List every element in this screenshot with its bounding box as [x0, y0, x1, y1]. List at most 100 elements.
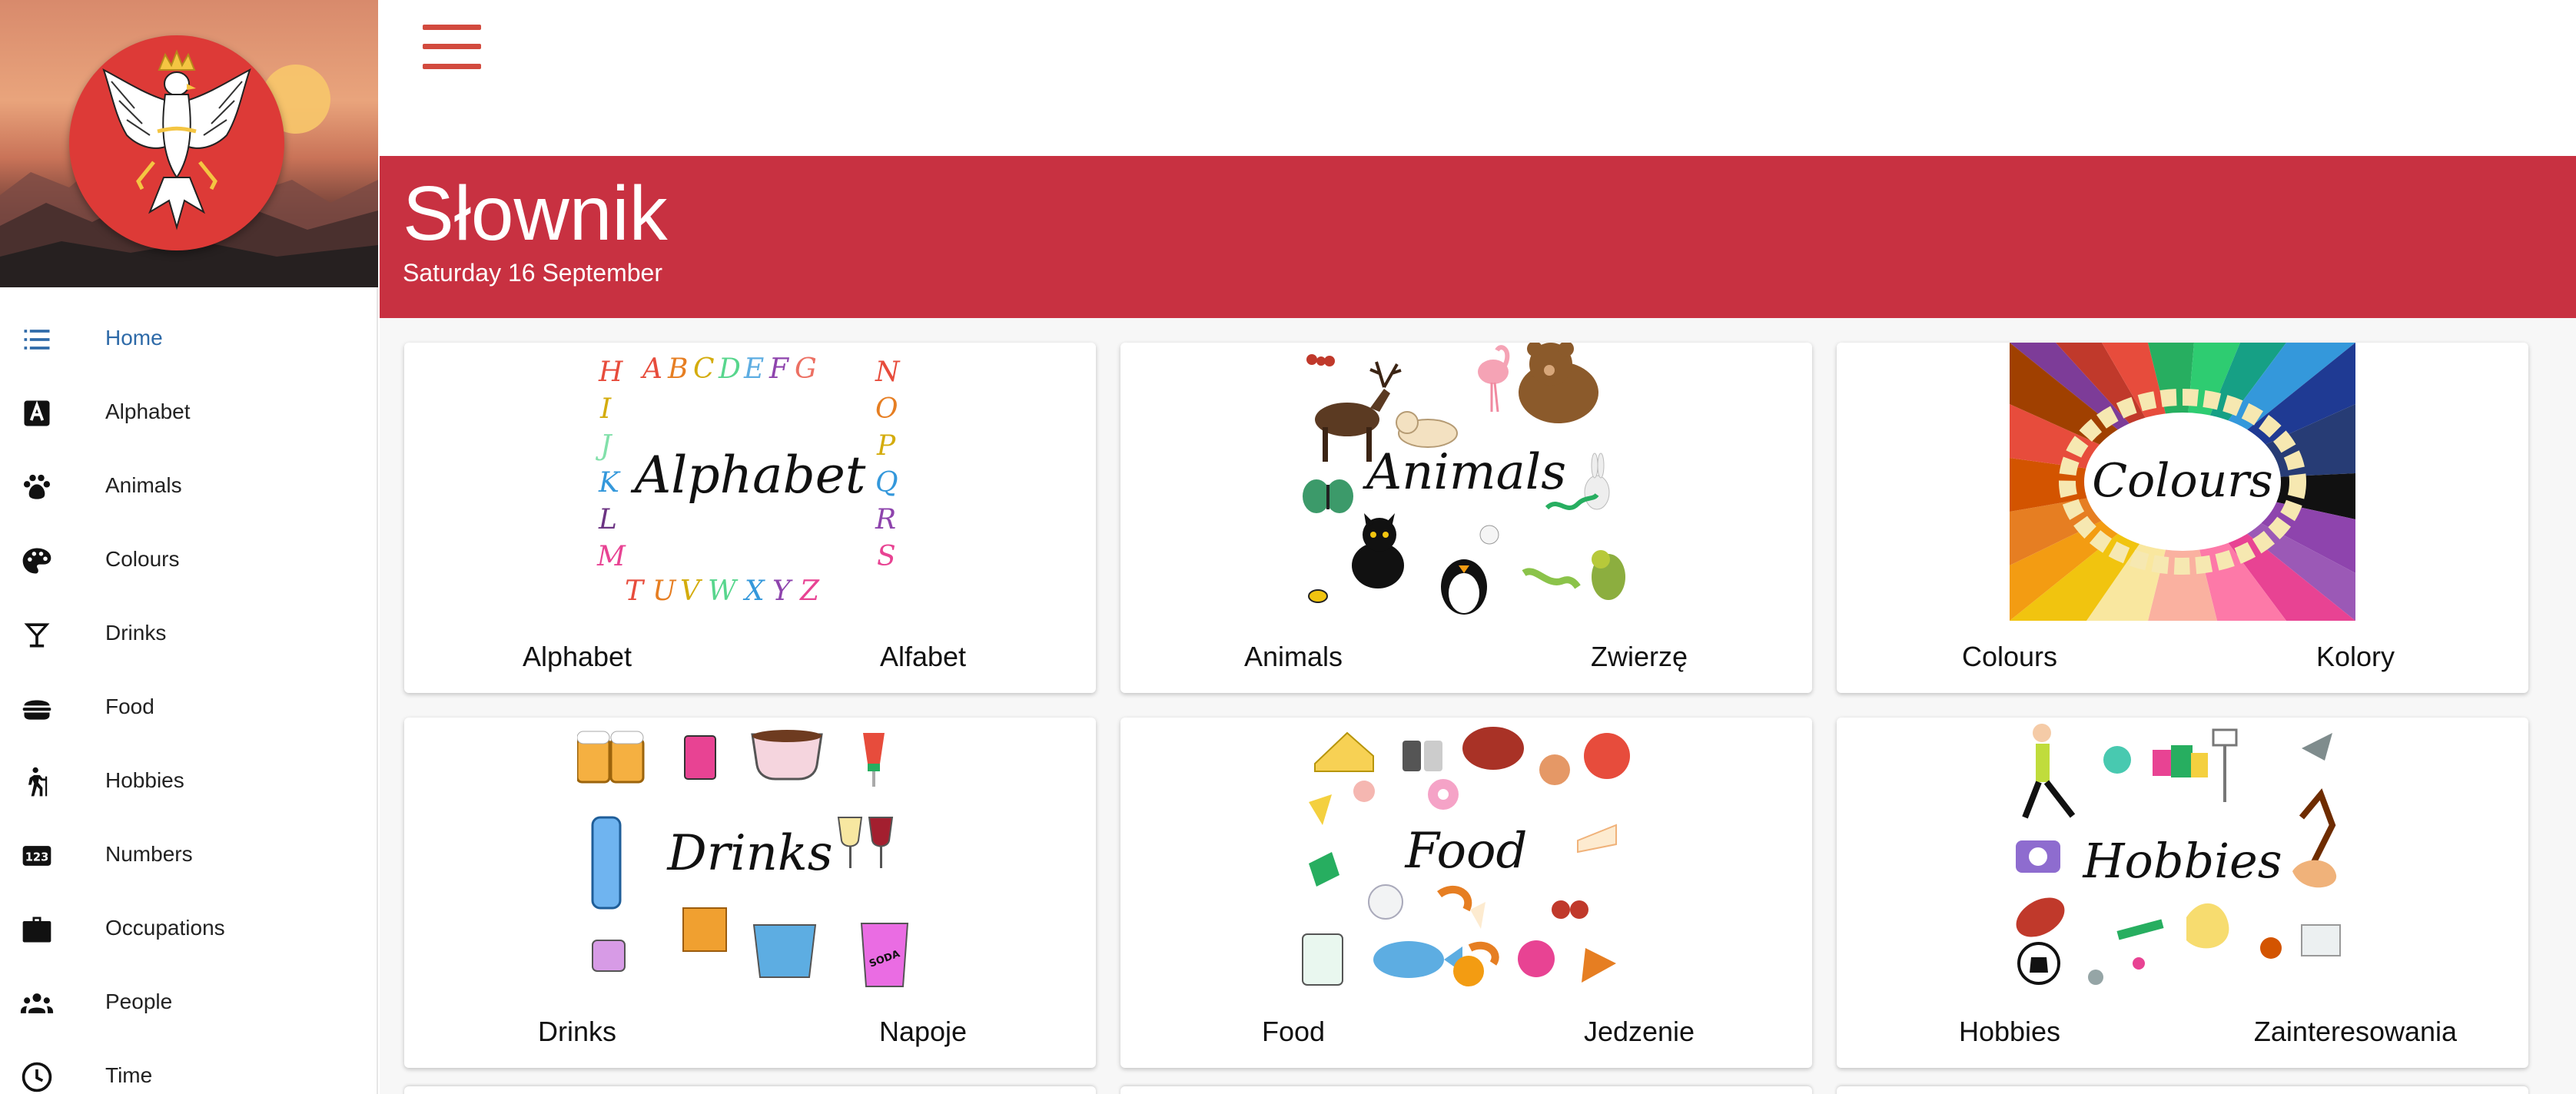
card-colours[interactable]: Colours Colours Kolory	[1837, 343, 2528, 693]
card-alphabet[interactable]: A B C D E F G H I J K L M N O P Q R S T …	[404, 343, 1096, 693]
white-eagle-icon	[102, 49, 251, 230]
card-hobbies[interactable]: Hobbies Hobbies Zainteresowania	[1837, 718, 2528, 1068]
card-animals[interactable]: Animals Animals Zwierzę	[1120, 343, 1812, 693]
card-label-polish: Jedzenie	[1583, 1016, 1695, 1047]
colours-image: Colours	[2010, 343, 2355, 621]
dumbbell-icon	[2116, 919, 2164, 940]
alphabet-letter: R	[875, 504, 896, 535]
category-grid: A B C D E F G H I J K L M N O P Q R S T …	[380, 318, 2576, 1094]
sidebar-item-home[interactable]: Home	[0, 301, 377, 375]
page-title: Słownik	[403, 171, 668, 257]
alphabet-image-title: Alphabet	[630, 446, 866, 505]
corn-icon	[1309, 794, 1332, 825]
hobbies-image: Hobbies	[2010, 718, 2355, 996]
cherries-icon	[1552, 900, 1570, 919]
parrot-icon	[1592, 550, 1625, 600]
sidebar-item-occupations[interactable]: Occupations	[0, 891, 377, 965]
burger-icon	[20, 691, 54, 725]
clock-icon	[20, 1060, 54, 1094]
alphabet-letter: O	[875, 393, 898, 425]
palette-paint-icon	[2292, 860, 2337, 888]
alphabet-image: A B C D E F G H I J K L M N O P Q R S T …	[577, 343, 923, 621]
sidebar-item-label: People	[105, 990, 173, 1013]
alphabet-letter: S	[877, 541, 896, 572]
mug-icon	[592, 940, 626, 972]
card-partial[interactable]	[1837, 1086, 2528, 1094]
alphabet-letter: F	[768, 353, 790, 385]
drinks-image-title: Drinks	[666, 825, 832, 882]
card-label-english: Alphabet	[522, 641, 632, 672]
butterfly-icon	[1303, 479, 1353, 513]
ant-icon	[1306, 354, 1335, 366]
salt-pepper-icon	[1403, 741, 1421, 771]
basketball-hoop-icon	[2212, 728, 2238, 802]
small-dumbbell-icon	[2133, 957, 2145, 970]
hobbies-illustration: Hobbies	[2016, 724, 2341, 985]
alphabet-letter: X	[742, 575, 765, 607]
alphabet-letter: L	[598, 504, 617, 535]
alphabet-letter: P	[876, 430, 896, 462]
page-date: Saturday 16 September	[403, 259, 662, 287]
sidebar-item-food[interactable]: Food	[0, 670, 377, 744]
sidebar-item-label: Drinks	[105, 621, 167, 645]
onion-icon	[1539, 754, 1570, 785]
hamburger-menu-button[interactable]	[423, 25, 481, 69]
card-label-polish: Zainteresowania	[2253, 1016, 2458, 1047]
water-bottle-icon	[591, 816, 622, 910]
alphabet-letter: K	[598, 467, 621, 499]
alphabet-letter: C	[693, 353, 715, 385]
alphabet-letter: W	[708, 575, 739, 607]
food-illustration: Food	[1302, 727, 1630, 986]
drinks-image: SODA Drinks	[576, 718, 923, 996]
menu-bar-bottom	[423, 64, 481, 69]
hoop-net-icon	[2301, 924, 2341, 956]
sidebar-item-label: Time	[105, 1063, 153, 1087]
alphabet-letter: M	[596, 541, 626, 572]
drinks-illustration: SODA Drinks	[576, 730, 909, 987]
basil-icon	[1309, 852, 1339, 887]
walking-girl-icon	[2022, 724, 2076, 819]
card-label-english: Drinks	[537, 1016, 616, 1047]
polish-eagle-emblem	[69, 35, 284, 250]
ice-cream-icon	[1470, 902, 1486, 929]
sidebar-item-label: Occupations	[105, 916, 225, 940]
card-label-polish: Kolory	[2315, 641, 2395, 672]
water-glass-icon	[752, 924, 817, 978]
beer-mugs-icon	[576, 731, 645, 784]
cupcake-icon	[1353, 781, 1375, 802]
alphabet-letter: B	[667, 353, 688, 385]
sidebar-item-colours[interactable]: Colours	[0, 522, 377, 596]
sidebar-item-hobbies[interactable]: Hobbies	[0, 744, 377, 817]
card-food[interactable]: Food Food Jedzenie	[1120, 718, 1812, 1068]
sidebar-item-people[interactable]: People	[0, 965, 377, 1039]
card-drinks[interactable]: SODA Drinks Drinks Napoje	[404, 718, 1096, 1068]
sidebar-item-time[interactable]: Time	[0, 1039, 377, 1094]
alphabet-letter: H	[598, 356, 623, 388]
alphabet-letter: V	[680, 575, 703, 607]
colour-pencils-illustration: Colours	[2010, 343, 2355, 621]
sidebar-item-alphabet[interactable]: Alphabet	[0, 375, 377, 449]
penguin-icon	[1441, 559, 1487, 615]
sidebar-item-animals[interactable]: Animals	[0, 449, 377, 522]
card-partial[interactable]	[1120, 1086, 1812, 1094]
alphabet-letter: J	[595, 430, 613, 462]
cat-icon	[1352, 513, 1404, 588]
bear-icon	[1519, 343, 1598, 423]
animals-illustration: Animals	[1303, 343, 1625, 615]
card-label-english: Colours	[1961, 641, 2058, 672]
card-partial[interactable]	[404, 1086, 1096, 1094]
coffee-cup-icon	[751, 730, 823, 781]
sidebar-header-image	[0, 0, 378, 287]
card-label-polish: Zwierzę	[1590, 641, 1688, 672]
sidebar-item-label: Food	[105, 695, 154, 718]
hobbies-image-title: Hobbies	[2082, 833, 2282, 889]
shrimp-icon	[1437, 886, 1472, 912]
animals-image: Animals	[1293, 343, 1639, 621]
alphabet-letter: N	[875, 356, 901, 388]
svg-text:123: 123	[25, 850, 49, 864]
sidebar-item-drinks[interactable]: Drinks	[0, 596, 377, 670]
sidebar-item-label: Animals	[105, 473, 182, 497]
sidebar-item-label: Hobbies	[105, 768, 184, 792]
sidebar-item-numbers[interactable]: 123 Numbers	[0, 817, 377, 891]
kettlebell-icon	[2088, 970, 2103, 985]
